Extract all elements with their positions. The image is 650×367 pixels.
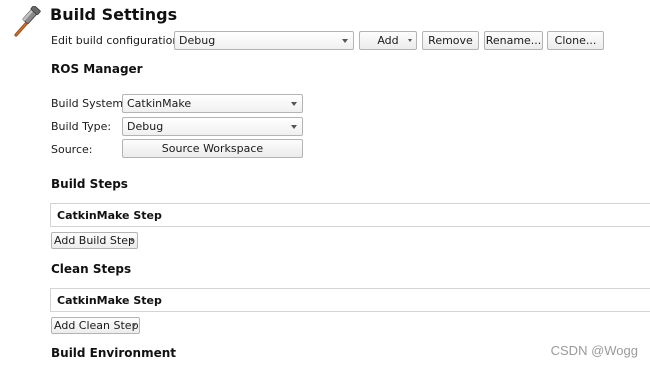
clean-step-item[interactable]: CatkinMake Step (50, 288, 650, 312)
add-button-label: Add (377, 34, 399, 47)
add-clean-step-label: Add Clean Step (54, 319, 139, 332)
watermark: CSDN @Wogg (550, 343, 638, 358)
remove-button[interactable]: Remove (422, 31, 479, 50)
build-system-label: Build System: (51, 97, 127, 110)
build-steps-heading: Build Steps (51, 177, 128, 191)
chevron-down-icon (342, 39, 348, 43)
add-clean-step-button[interactable]: Add Clean Step (51, 317, 140, 334)
build-environment-heading: Build Environment (51, 346, 176, 360)
add-button[interactable]: Add (359, 31, 417, 50)
ros-manager-heading: ROS Manager (51, 62, 143, 76)
build-config-select[interactable]: Debug (174, 31, 354, 50)
page-title: Build Settings (50, 5, 178, 24)
chevron-down-icon (132, 324, 136, 327)
build-type-select[interactable]: Debug (122, 117, 303, 136)
clone-button[interactable]: Clone... (547, 31, 604, 50)
build-step-item[interactable]: CatkinMake Step (50, 203, 650, 227)
chevron-down-icon (291, 125, 297, 129)
build-system-value: CatkinMake (127, 97, 192, 110)
chevron-down-icon (408, 39, 412, 42)
build-system-select[interactable]: CatkinMake (122, 94, 303, 113)
build-config-value: Debug (179, 34, 216, 47)
add-build-step-button[interactable]: Add Build Step (51, 232, 138, 249)
clean-steps-heading: Clean Steps (51, 262, 132, 276)
hammer-icon (14, 6, 41, 37)
build-type-value: Debug (127, 120, 164, 133)
clean-step-label: CatkinMake Step (57, 294, 162, 307)
source-label: Source: (51, 143, 93, 156)
add-build-step-label: Add Build Step (54, 234, 135, 247)
chevron-down-icon (130, 239, 134, 242)
build-step-label: CatkinMake Step (57, 209, 162, 222)
rename-button[interactable]: Rename... (484, 31, 543, 50)
source-workspace-button[interactable]: Source Workspace (122, 139, 303, 158)
build-config-label: Edit build configuration: (51, 34, 184, 47)
chevron-down-icon (291, 102, 297, 106)
build-type-label: Build Type: (51, 120, 112, 133)
